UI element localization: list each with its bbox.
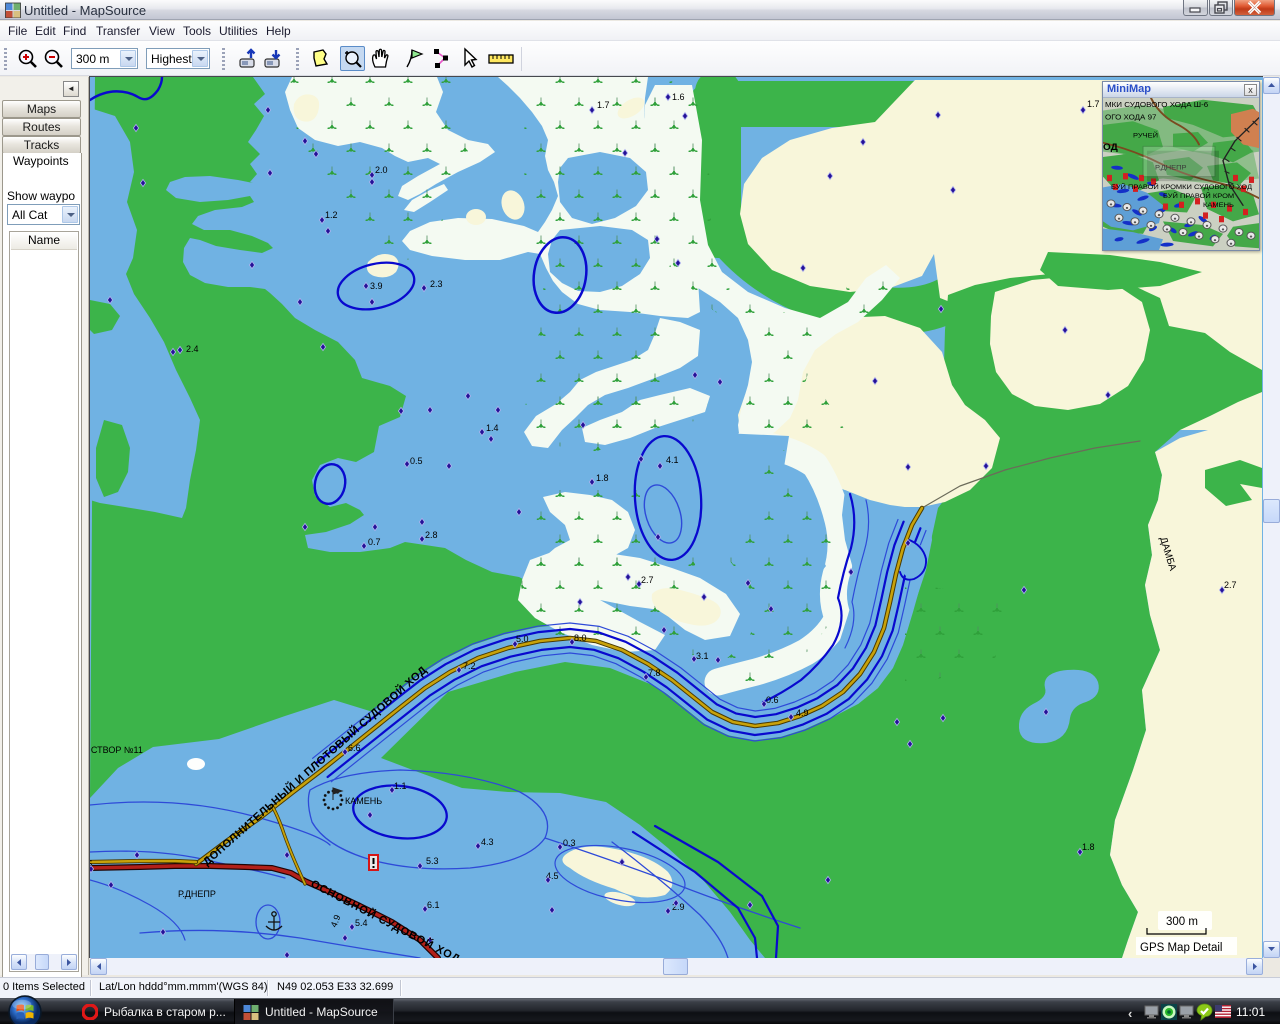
svg-text:Р.ДНЕПР: Р.ДНЕПР <box>178 889 216 899</box>
svg-text:2.4: 2.4 <box>186 344 199 354</box>
svg-text:2.7: 2.7 <box>641 575 654 585</box>
svg-text:5.4: 5.4 <box>355 918 368 928</box>
svg-text:7.2: 7.2 <box>463 661 476 671</box>
svg-text:4.1: 4.1 <box>666 455 679 465</box>
svg-text:0.3: 0.3 <box>563 838 576 848</box>
svg-text:РУЧЕЙ: РУЧЕЙ <box>1133 131 1158 139</box>
svg-text:МКИ СУДОВОГО ХОДА Ш-6: МКИ СУДОВОГО ХОДА Ш-6 <box>1105 100 1208 108</box>
svg-text:3.9: 3.9 <box>370 281 383 291</box>
svg-text:5.3: 5.3 <box>426 856 439 866</box>
svg-text:2.3: 2.3 <box>430 279 443 289</box>
svg-text:1.1: 1.1 <box>394 781 407 791</box>
svg-text:ОГО ХОДА 97: ОГО ХОДА 97 <box>1105 113 1156 121</box>
svg-text:6.6: 6.6 <box>348 743 361 753</box>
svg-text:300 m: 300 m <box>1166 916 1198 928</box>
svg-text:4.3: 4.3 <box>481 837 494 847</box>
svg-text:1.8: 1.8 <box>1082 842 1095 852</box>
svg-text:1.8: 1.8 <box>596 473 609 483</box>
svg-text:0.5: 0.5 <box>410 456 423 466</box>
svg-text:2.8: 2.8 <box>425 530 438 540</box>
svg-text:GPS Map Detail: GPS Map Detail <box>1140 942 1222 954</box>
svg-text:ОД: ОД <box>1103 142 1118 152</box>
svg-text:1.4: 1.4 <box>486 423 499 433</box>
svg-text:0.6: 0.6 <box>766 695 779 705</box>
svg-text:1.7: 1.7 <box>1087 99 1100 109</box>
svg-text:0.7: 0.7 <box>368 537 381 547</box>
svg-text:1.6: 1.6 <box>672 92 685 102</box>
svg-text:КАМЕНЬ: КАМЕНЬ <box>345 796 382 806</box>
svg-text:1.2: 1.2 <box>325 210 338 220</box>
svg-text:4.9: 4.9 <box>796 708 809 718</box>
svg-text:1.7: 1.7 <box>597 100 610 110</box>
svg-text:БУЙ ПРАВОЙ КРОМКИ СУДОВОГО ХОД: БУЙ ПРАВОЙ КРОМКИ СУДОВОГО ХОД <box>1111 183 1252 191</box>
svg-text:5.0: 5.0 <box>516 634 529 644</box>
svg-text:ЫЙ СТВОР №11: ЫЙ СТВОР №11 <box>90 744 143 755</box>
svg-text:КАМЕНЬ: КАМЕНЬ <box>1203 201 1234 209</box>
svg-text:8.0: 8.0 <box>574 633 587 643</box>
svg-text:БУЙ ПРАВОЙ КРОМ: БУЙ ПРАВОЙ КРОМ <box>1163 192 1234 200</box>
svg-text:6.1: 6.1 <box>427 900 440 910</box>
svg-text:3.1: 3.1 <box>696 651 709 661</box>
svg-text:2.7: 2.7 <box>1224 580 1237 590</box>
svg-text:2.0: 2.0 <box>375 165 388 175</box>
svg-text:7.8: 7.8 <box>648 668 661 678</box>
